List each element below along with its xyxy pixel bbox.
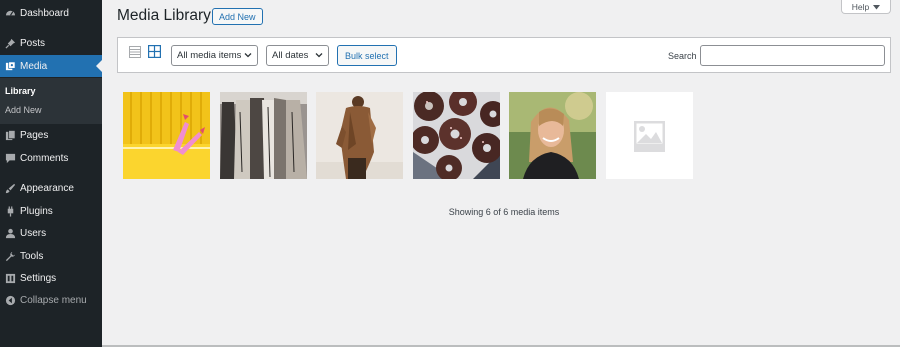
media-type-filter[interactable]: All media items bbox=[171, 45, 258, 66]
date-filter-value: All dates bbox=[272, 50, 309, 61]
media-submenu: Library Add New bbox=[0, 78, 102, 124]
help-label: Help bbox=[851, 1, 870, 12]
sidebar-item-dashboard[interactable]: Dashboard bbox=[0, 2, 102, 24]
add-new-button[interactable]: Add New bbox=[212, 8, 263, 25]
collapse-menu-button[interactable]: Collapse menu bbox=[0, 289, 102, 311]
sidebar-item-users[interactable]: Users bbox=[0, 222, 102, 244]
pin-icon bbox=[4, 37, 16, 49]
search-input[interactable] bbox=[700, 45, 885, 66]
bulk-select-button[interactable]: Bulk select bbox=[337, 45, 397, 66]
media-icon bbox=[4, 60, 16, 72]
sidebar-item-settings[interactable]: Settings bbox=[0, 267, 102, 289]
chevron-down-icon bbox=[315, 51, 323, 62]
sidebar-item-media[interactable]: Media bbox=[0, 55, 102, 77]
wrench-icon bbox=[4, 250, 16, 262]
page-title: Media Library bbox=[117, 7, 211, 24]
list-view-button[interactable] bbox=[128, 45, 142, 63]
pages-icon bbox=[4, 129, 16, 141]
comments-icon bbox=[4, 152, 16, 164]
admin-sidebar: Dashboard Posts Media Library Add New Pa… bbox=[0, 0, 102, 347]
media-thumbnail-woman-brown-coat[interactable] bbox=[316, 92, 403, 179]
submenu-item-library[interactable]: Library bbox=[5, 86, 36, 96]
submenu-item-add-new[interactable]: Add New bbox=[5, 105, 42, 115]
sidebar-item-tools[interactable]: Tools bbox=[0, 245, 102, 267]
plugin-icon bbox=[4, 205, 16, 217]
collapse-icon bbox=[4, 294, 16, 306]
media-toolbar: All media items All dates Bulk select Se… bbox=[117, 37, 891, 73]
grid-view-icon bbox=[147, 45, 161, 63]
help-tab-button[interactable]: Help bbox=[841, 0, 891, 14]
media-thumbnail-chocolate-donuts[interactable] bbox=[413, 92, 500, 179]
sidebar-item-comments[interactable]: Comments bbox=[0, 147, 102, 169]
image-placeholder-icon bbox=[606, 92, 693, 179]
sidebar-item-appearance[interactable]: Appearance bbox=[0, 177, 102, 199]
sidebar-item-posts[interactable]: Posts bbox=[0, 32, 102, 54]
list-view-icon bbox=[129, 45, 141, 63]
media-thumbnail-placeholder[interactable] bbox=[606, 92, 693, 179]
media-thumbnail-smiling-woman[interactable] bbox=[509, 92, 596, 179]
sidebar-item-pages[interactable]: Pages bbox=[0, 124, 102, 146]
dashboard-icon bbox=[4, 7, 16, 19]
caret-down-icon bbox=[873, 2, 881, 12]
grid-view-button[interactable] bbox=[147, 45, 161, 63]
users-icon bbox=[4, 227, 16, 239]
settings-icon bbox=[4, 272, 16, 284]
media-thumbnail-yellow-bathtub[interactable] bbox=[123, 92, 210, 179]
sidebar-item-plugins[interactable]: Plugins bbox=[0, 200, 102, 222]
date-filter[interactable]: All dates bbox=[266, 45, 329, 66]
media-count-status: Showing 6 of 6 media items bbox=[448, 207, 560, 217]
brush-icon bbox=[4, 182, 16, 194]
search-label: Search bbox=[668, 51, 697, 61]
media-thumbnail-hanging-coats[interactable] bbox=[220, 92, 307, 179]
media-type-value: All media items bbox=[177, 50, 242, 61]
chevron-down-icon bbox=[244, 51, 252, 62]
